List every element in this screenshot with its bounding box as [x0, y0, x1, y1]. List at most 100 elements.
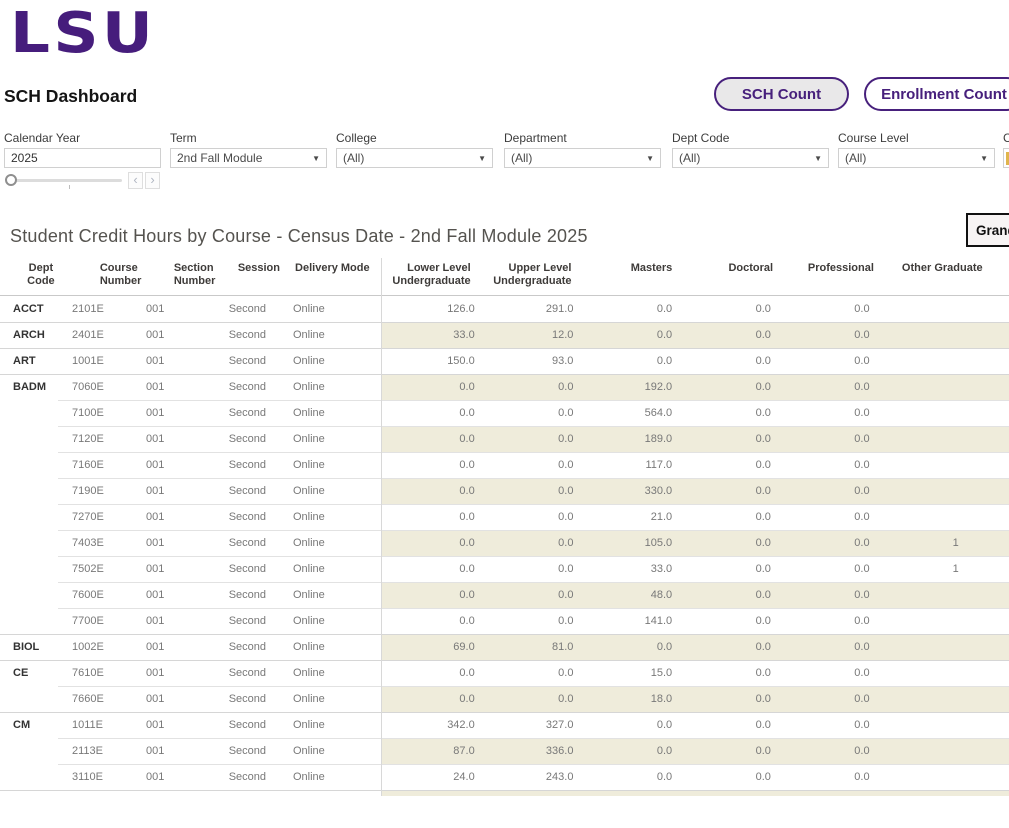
cell-upper-level[interactable]: 0.0: [480, 667, 579, 679]
cell-upper-level[interactable]: 291.0: [480, 303, 579, 315]
cell-lower-level[interactable]: 0.0: [381, 537, 480, 549]
cell-lower-level[interactable]: 0.0: [381, 511, 480, 523]
cell-masters[interactable]: 15.0: [578, 667, 677, 679]
cell-dept-code[interactable]: BIOL: [0, 641, 58, 653]
cell-upper-level[interactable]: 0.0: [480, 485, 579, 497]
cell-doctoral[interactable]: 0.0: [677, 719, 776, 731]
cell-delivery-mode[interactable]: Online: [278, 719, 381, 731]
cell-section-number[interactable]: 001: [132, 511, 214, 523]
cell-upper-level[interactable]: 243.0: [480, 771, 579, 783]
cell-other-graduate[interactable]: 1: [875, 563, 1009, 575]
cell-course-number[interactable]: 1011E: [58, 719, 132, 731]
cell-upper-level[interactable]: 0.0: [480, 693, 579, 705]
header-dept-code[interactable]: Dept Code: [0, 258, 56, 295]
cell-professional[interactable]: 0.0: [776, 485, 875, 497]
cell-masters[interactable]: 0.0: [578, 303, 677, 315]
cell-upper-level[interactable]: 0.0: [480, 563, 579, 575]
cell-masters[interactable]: 0.0: [578, 745, 677, 757]
cell-professional[interactable]: 0.0: [776, 407, 875, 419]
cell-delivery-mode[interactable]: Online: [278, 459, 381, 471]
college-dropdown[interactable]: (All) ▼: [336, 148, 493, 168]
cell-course-number[interactable]: 2101E: [58, 303, 132, 315]
cell-professional[interactable]: 0.0: [776, 771, 875, 783]
cell-delivery-mode[interactable]: Online: [278, 589, 381, 601]
term-dropdown[interactable]: 2nd Fall Module ▼: [170, 148, 327, 168]
cell-delivery-mode[interactable]: Online: [278, 407, 381, 419]
cell-course-number[interactable]: 2401E: [58, 329, 132, 341]
cell-lower-level[interactable]: 0.0: [381, 433, 480, 445]
cell-doctoral[interactable]: 0.0: [677, 511, 776, 523]
cell-doctoral[interactable]: 0.0: [677, 355, 776, 367]
cell-lower-level[interactable]: 150.0: [381, 355, 480, 367]
cell-delivery-mode[interactable]: Online: [278, 693, 381, 705]
cell-doctoral[interactable]: 0.0: [677, 433, 776, 445]
cell-course-number[interactable]: 7060E: [58, 381, 132, 393]
cell-professional[interactable]: 0.0: [776, 381, 875, 393]
cell-professional[interactable]: 0.0: [776, 355, 875, 367]
cell-professional[interactable]: 0.0: [776, 303, 875, 315]
cell-masters[interactable]: 564.0: [578, 407, 677, 419]
cell-session[interactable]: Second: [214, 329, 278, 341]
department-dropdown[interactable]: (All) ▼: [504, 148, 661, 168]
header-delivery-mode[interactable]: Delivery Mode: [276, 258, 373, 295]
slider-handle[interactable]: [5, 174, 17, 186]
cell-dept-code[interactable]: CE: [0, 667, 58, 679]
cell-delivery-mode[interactable]: Online: [278, 771, 381, 783]
cell-upper-level[interactable]: 0.0: [480, 459, 579, 471]
cell-delivery-mode[interactable]: Online: [278, 563, 381, 575]
cell-delivery-mode[interactable]: Online: [278, 745, 381, 757]
cell-professional[interactable]: 0.0: [776, 459, 875, 471]
header-other-graduate[interactable]: Other Graduate: [877, 258, 1009, 295]
table-row[interactable]: 7700E001SecondOnline0.00.0141.00.00.0: [0, 608, 1009, 634]
cell-lower-level[interactable]: 0.0: [381, 381, 480, 393]
table-row[interactable]: 3110E001SecondOnline24.0243.00.00.00.0: [0, 764, 1009, 790]
table-row[interactable]: CM1011E001SecondOnline342.0327.00.00.00.…: [0, 712, 1009, 738]
cell-upper-level[interactable]: 93.0: [480, 355, 579, 367]
cell-doctoral[interactable]: 0.0: [677, 381, 776, 393]
cell-course-number[interactable]: 7600E: [58, 589, 132, 601]
cell-delivery-mode[interactable]: Online: [278, 329, 381, 341]
table-row[interactable]: 7100E001SecondOnline0.00.0564.00.00.0: [0, 400, 1009, 426]
header-lower-level[interactable]: Lower Level Undergraduate: [373, 258, 474, 295]
cell-upper-level[interactable]: 0.0: [480, 407, 579, 419]
cell-masters[interactable]: 105.0: [578, 537, 677, 549]
cell-lower-level[interactable]: 33.0: [381, 329, 480, 341]
cell-lower-level[interactable]: 0.0: [381, 407, 480, 419]
cell-masters[interactable]: 330.0: [578, 485, 677, 497]
table-row[interactable]: CE7610E001SecondOnline0.00.015.00.00.0: [0, 660, 1009, 686]
cell-course-number[interactable]: 7190E: [58, 485, 132, 497]
table-row[interactable]: 7160E001SecondOnline0.00.0117.00.00.0: [0, 452, 1009, 478]
cell-section-number[interactable]: 001: [132, 589, 214, 601]
cell-section-number[interactable]: 001: [132, 407, 214, 419]
cell-section-number[interactable]: 001: [132, 459, 214, 471]
cell-section-number[interactable]: 001: [132, 537, 214, 549]
grand-total-button[interactable]: Grand Total: [966, 213, 1009, 247]
cell-doctoral[interactable]: 0.0: [677, 641, 776, 653]
cell-course-number[interactable]: 2113E: [58, 745, 132, 757]
cell-masters[interactable]: 0.0: [578, 329, 677, 341]
cell-session[interactable]: Second: [214, 771, 278, 783]
cell-professional[interactable]: 0.0: [776, 615, 875, 627]
cell-professional[interactable]: 0.0: [776, 537, 875, 549]
cell-lower-level[interactable]: 342.0: [381, 719, 480, 731]
cell-session[interactable]: Second: [214, 615, 278, 627]
cell-masters[interactable]: 21.0: [578, 511, 677, 523]
cell-section-number[interactable]: 001: [132, 641, 214, 653]
cell-professional[interactable]: 0.0: [776, 511, 875, 523]
cell-professional[interactable]: 0.0: [776, 693, 875, 705]
cell-lower-level[interactable]: 0.0: [381, 693, 480, 705]
cell-session[interactable]: Second: [214, 433, 278, 445]
cell-course-number[interactable]: 7700E: [58, 615, 132, 627]
table-row[interactable]: 7600E001SecondOnline0.00.048.00.00.0: [0, 582, 1009, 608]
cell-doctoral[interactable]: 0.0: [677, 563, 776, 575]
table-row[interactable]: ACCT2101E001SecondOnline126.0291.00.00.0…: [0, 296, 1009, 322]
cell-lower-level[interactable]: 0.0: [381, 459, 480, 471]
cell-professional[interactable]: 0.0: [776, 745, 875, 757]
cell-dept-code[interactable]: CM: [0, 719, 58, 731]
cell-masters[interactable]: 141.0: [578, 615, 677, 627]
header-course-number[interactable]: Course Number: [56, 258, 130, 295]
cell-professional[interactable]: 0.0: [776, 641, 875, 653]
cell-professional[interactable]: 0.0: [776, 589, 875, 601]
cell-upper-level[interactable]: 0.0: [480, 537, 579, 549]
cell-section-number[interactable]: 001: [132, 381, 214, 393]
